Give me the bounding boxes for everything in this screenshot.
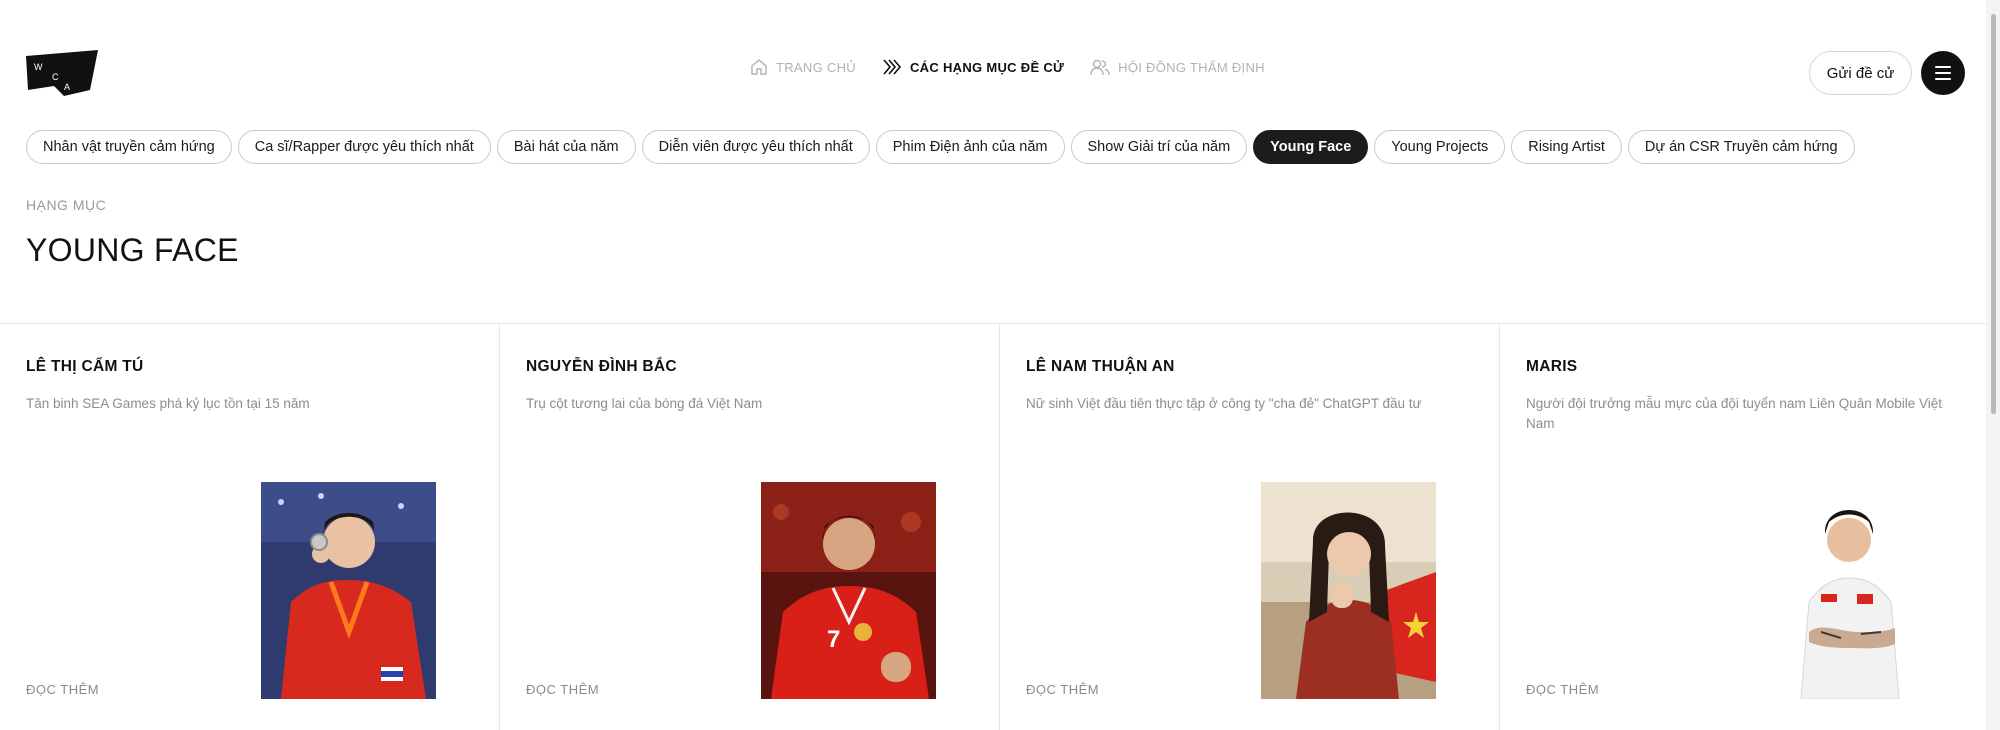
chip-song-of-year[interactable]: Bài hát của năm <box>496 130 636 164</box>
nominee-name: LÊ THỊ CẨM TÚ <box>26 358 144 375</box>
nav-jury-label: HỘI ĐỒNG THẨM ĐỊNH <box>1118 59 1265 75</box>
scrollbar-thumb[interactable] <box>1991 14 1996 414</box>
chip-film-of-year[interactable]: Phim Điện ảnh của năm <box>875 130 1065 164</box>
svg-text:C: C <box>52 72 59 82</box>
nominee-grid: LÊ THỊ CẨM TÚ Tân binh SEA Games phá kỷ … <box>0 323 1986 730</box>
main-nav: TRANG CHỦ CÁC HẠNG MỤC ĐỀ CỬ HỘI ĐỒNG TH… <box>750 58 1265 76</box>
menu-button[interactable] <box>1921 51 1965 95</box>
section-label: HẠNG MỤC <box>26 197 107 213</box>
nominee-card[interactable]: LÊ NAM THUẬN AN Nữ sinh Việt đầu tiên th… <box>1000 324 1500 730</box>
nominee-description: Người đội trưởng mẫu mực của đội tuyển n… <box>1526 396 1943 431</box>
chip-favorite-singer[interactable]: Ca sĩ/Rapper được yêu thích nhất <box>237 130 491 164</box>
read-more-link[interactable]: ĐỌC THÊM <box>26 682 99 697</box>
nominee-card[interactable]: LÊ THỊ CẨM TÚ Tân binh SEA Games phá kỷ … <box>0 324 500 730</box>
page-title: YOUNG FACE <box>26 232 239 268</box>
svg-text:W: W <box>34 62 43 72</box>
nav-home[interactable]: TRANG CHỦ <box>750 58 856 76</box>
read-more-link[interactable]: ĐỌC THÊM <box>526 682 599 697</box>
nominee-description: Tân binh SEA Games phá kỷ lục tồn tại 15… <box>26 396 310 411</box>
nominee-photo <box>261 482 436 699</box>
read-more-link[interactable]: ĐỌC THÊM <box>1526 682 1599 697</box>
nav-home-label: TRANG CHỦ <box>776 59 856 75</box>
nominee-description: Trụ cột tương lai của bóng đá Việt Nam <box>526 396 763 411</box>
chevrons-icon <box>882 58 902 76</box>
nominee-photo <box>1261 482 1436 699</box>
chip-csr-project[interactable]: Dự án CSR Truyền cảm hứng <box>1627 130 1855 164</box>
nav-jury[interactable]: HỘI ĐỒNG THẨM ĐỊNH <box>1090 58 1265 76</box>
nominee-name: MARIS <box>1526 358 1578 375</box>
users-icon <box>1090 58 1110 76</box>
read-more-link[interactable]: ĐỌC THÊM <box>1026 682 1099 697</box>
nav-categories-label: CÁC HẠNG MỤC ĐỀ CỬ <box>909 59 1065 75</box>
nominee-name: LÊ NAM THUẬN AN <box>1026 358 1175 375</box>
chip-show-of-year[interactable]: Show Giải trí của năm <box>1070 130 1248 164</box>
nominee-name: NGUYỄN ĐÌNH BẮC <box>526 358 677 375</box>
svg-text:A: A <box>64 82 70 92</box>
nominee-description: Nữ sinh Việt đầu tiên thực tập ở công ty… <box>1026 396 1422 411</box>
nav-categories[interactable]: CÁC HẠNG MỤC ĐỀ CỬ <box>882 58 1064 76</box>
submit-nomination-button[interactable]: Gửi đề cử <box>1809 51 1912 95</box>
chip-favorite-actor[interactable]: Diễn viên được yêu thích nhất <box>641 130 870 164</box>
category-chips: Nhân vật truyền cảm hứng Ca sĩ/Rapper đư… <box>26 130 1986 166</box>
nominee-card[interactable]: NGUYỄN ĐÌNH BẮC Trụ cột tương lai của bó… <box>500 324 1000 730</box>
hamburger-icon <box>1935 66 1951 80</box>
svg-text:7: 7 <box>827 626 840 653</box>
home-icon <box>750 58 768 76</box>
chip-rising-artist[interactable]: Rising Artist <box>1511 130 1622 164</box>
nominee-photo: 7 <box>761 482 936 699</box>
wca-logo[interactable]: W C A <box>24 50 100 96</box>
chip-young-projects[interactable]: Young Projects <box>1374 130 1506 164</box>
nominee-photo <box>1761 482 1936 699</box>
nominee-card[interactable]: MARIS Người đội trưởng mẫu mực của đội t… <box>1500 324 1986 730</box>
chip-young-face[interactable]: Young Face <box>1253 130 1369 164</box>
chip-inspiring-figure[interactable]: Nhân vật truyền cảm hứng <box>26 130 232 164</box>
page-scrollbar[interactable] <box>1986 0 2000 730</box>
